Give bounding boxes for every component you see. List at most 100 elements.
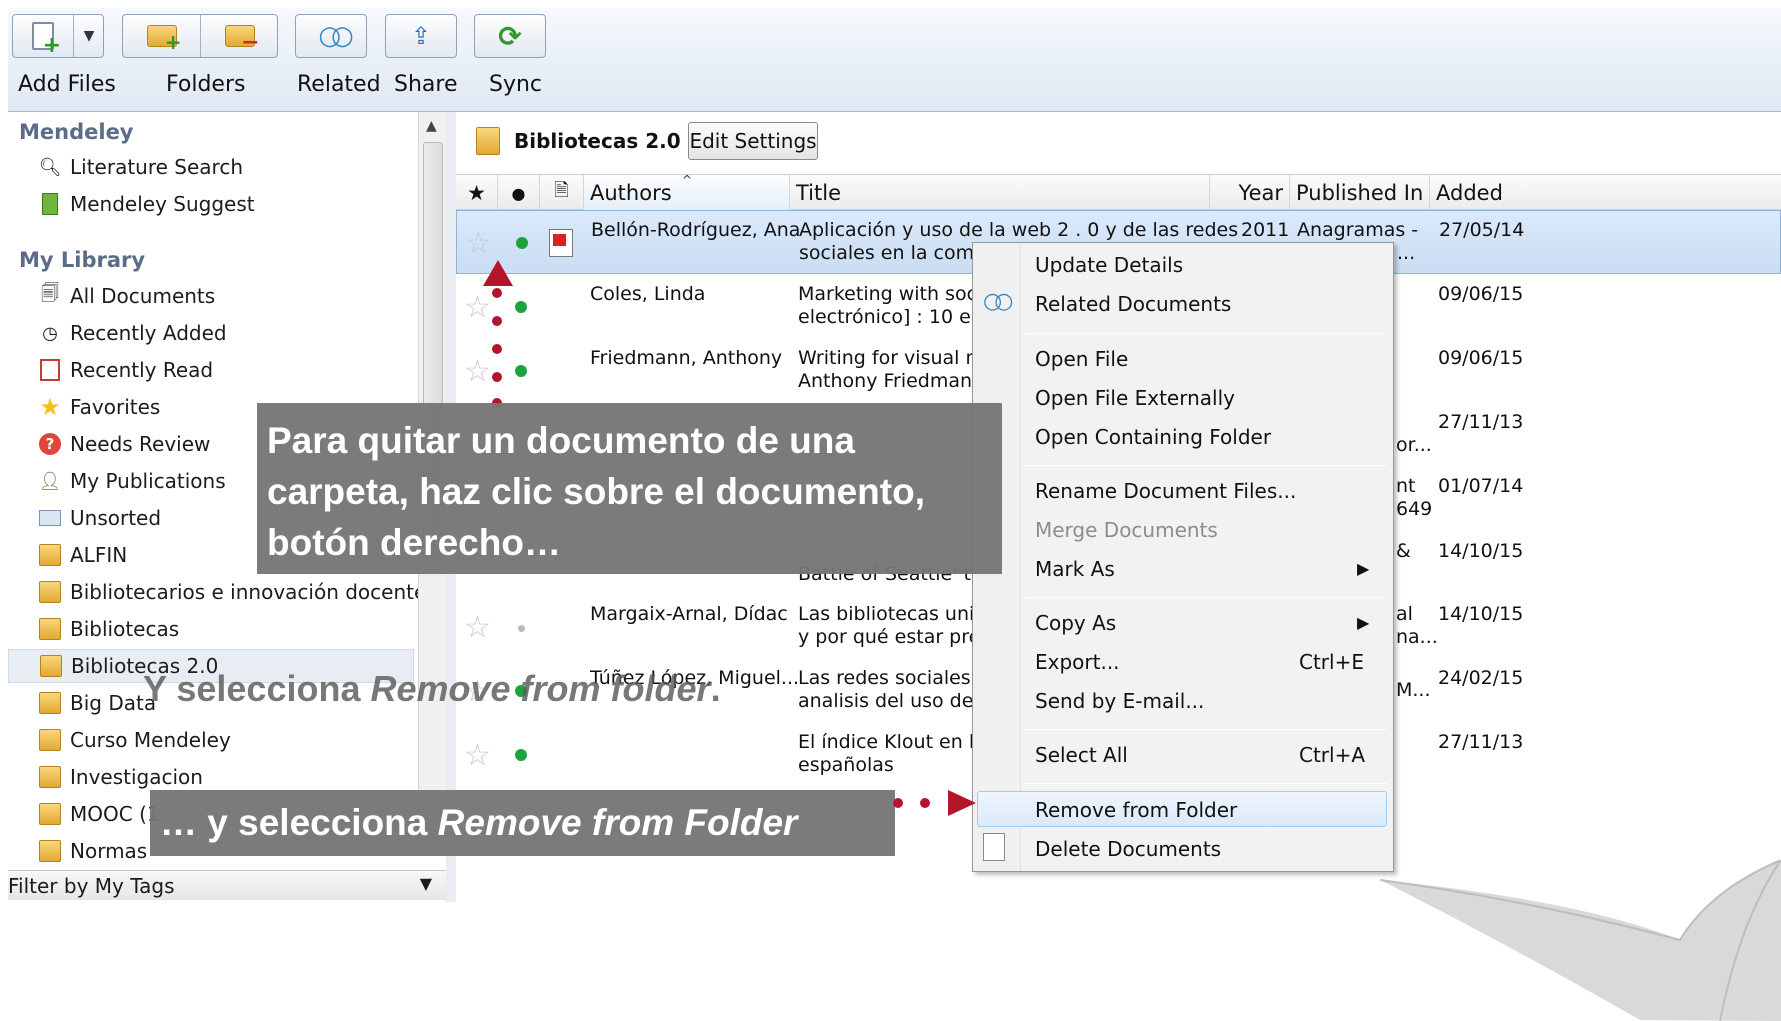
column-header-title[interactable]: Title	[790, 175, 1210, 211]
read-status-dot[interactable]	[516, 237, 528, 249]
column-header-published-in[interactable]: Published In	[1290, 175, 1430, 211]
chevron-down-icon: ▼	[83, 28, 95, 44]
filter-by-tags-dropdown[interactable]: Filter by My Tags ▼	[8, 870, 446, 900]
sidebar-folder-mooc[interactable]: MOOC (1	[38, 797, 160, 831]
sidebar-item-favorites[interactable]: ★ Favorites	[38, 390, 160, 424]
callout2-em: Remove from Folder	[437, 802, 798, 843]
sync-button[interactable]: ⟳	[474, 14, 546, 58]
menu-item-rename-document-files[interactable]: Rename Document Files...	[1035, 479, 1296, 503]
menu-item-related-documents[interactable]: Related Documents	[1035, 292, 1231, 316]
author-cell: Margaix-Arnal, Dídac	[590, 603, 788, 625]
sidebar-folder-normas[interactable]: Normas	[38, 834, 147, 868]
column-header-file[interactable]: 🗎	[540, 175, 584, 211]
menu-item-export[interactable]: Export...	[1035, 650, 1120, 674]
column-header-added[interactable]: Added	[1430, 175, 1781, 211]
menu-item-open-file[interactable]: Open File	[1035, 347, 1128, 371]
add-files-dropdown[interactable]: ▼	[74, 15, 104, 57]
filter-label: Filter by My Tags	[8, 873, 175, 898]
sidebar-folder-alfin[interactable]: ALFIN	[38, 538, 127, 572]
overlay-em: Remove from folder	[370, 668, 711, 709]
published-in-cell: M...	[1396, 679, 1431, 701]
favorite-star-icon[interactable]: ☆	[464, 613, 491, 643]
published-in-cell: al	[1396, 603, 1413, 625]
added-cell: 01/07/14	[1438, 475, 1524, 497]
menu-item-select-all[interactable]: Select All	[1035, 743, 1128, 767]
published-in-cell: &	[1396, 540, 1411, 562]
add-files-button[interactable]: ▼	[12, 14, 104, 58]
menu-item-mark-as[interactable]: Mark As	[1035, 557, 1115, 581]
sidebar-item-mendeley-suggest[interactable]: Mendeley Suggest	[38, 187, 255, 221]
related-rings-icon: ○○	[318, 21, 354, 51]
menu-item-remove-from-folder[interactable]: Remove from Folder	[1035, 798, 1237, 822]
title-cell-line2: analisis del uso de Fa	[798, 690, 1001, 712]
add-folder-button[interactable]	[123, 15, 200, 57]
folder-icon	[38, 839, 62, 863]
menu-item-update-details[interactable]: Update Details	[1035, 253, 1183, 277]
folder-icon	[38, 802, 62, 826]
remove-folder-button[interactable]	[201, 15, 278, 57]
sidebar-item-label: Bibliotecas	[70, 617, 180, 641]
sidebar-item-label: Curso Mendeley	[70, 728, 231, 752]
column-header-read[interactable]: ●	[498, 175, 540, 211]
favorite-star-icon[interactable]: ☆	[464, 357, 491, 387]
column-headers: ★ ● 🗎 ^ Authors Title Year Published In …	[456, 173, 1781, 211]
title-cell-line1: Las bibliotecas unive	[798, 603, 998, 625]
column-header-year[interactable]: Year	[1210, 175, 1290, 211]
annotation-dot	[920, 798, 930, 808]
star-icon: ★	[39, 393, 61, 421]
sidebar-item-needs-review[interactable]: ? Needs Review	[38, 427, 210, 461]
sidebar-folder-investigacion[interactable]: Investigacion	[38, 760, 203, 794]
share-button[interactable]: ⇪	[385, 14, 457, 58]
sidebar-item-label: ALFIN	[70, 543, 128, 567]
menu-item-send-by-email[interactable]: Send by E-mail...	[1035, 689, 1204, 713]
file-column-icon: 🗎	[554, 180, 569, 201]
my-library-section-header: My Library	[19, 248, 146, 272]
overlay-instruction-text: Y selecciona Remove from folder.	[143, 668, 721, 710]
related-button[interactable]: ○○	[295, 14, 367, 58]
favorite-star-icon[interactable]: ☆	[464, 293, 491, 323]
sidebar-item-label: Bibliotecarios e innovación docente	[70, 580, 418, 604]
callout2-prefix: … y selecciona	[160, 802, 438, 843]
read-status-dot[interactable]	[515, 365, 527, 377]
sidebar-folder-curso-mendeley[interactable]: Curso Mendeley	[38, 723, 231, 757]
unread-status-dot[interactable]	[518, 625, 525, 632]
sidebar-item-recently-added[interactable]: ◷ Recently Added	[38, 316, 226, 350]
sidebar-folder-bibliotecarios[interactable]: Bibliotecarios e innovación docente	[38, 575, 418, 609]
folder-icon	[476, 127, 500, 155]
sidebar-item-recently-read[interactable]: Recently Read	[38, 353, 213, 387]
instruction-callout-1: Para quitar un documento de una carpeta,…	[257, 403, 1002, 574]
tray-icon	[38, 506, 62, 530]
favorite-star-icon[interactable]: ☆	[464, 741, 491, 771]
published-in-cell: nt	[1396, 475, 1416, 497]
favorite-star-icon[interactable]: ☆	[465, 229, 492, 259]
read-status-dot[interactable]	[515, 301, 527, 313]
column-header-label: Title	[796, 181, 842, 205]
sidebar-item-all-documents[interactable]: 🗐 All Documents	[38, 279, 215, 313]
column-header-favorite[interactable]: ★	[456, 175, 498, 211]
annotation-arrow-up	[483, 260, 513, 286]
sidebar-item-literature-search[interactable]: 🔍︎ Literature Search	[38, 150, 243, 184]
column-header-authors[interactable]: ^ Authors	[584, 173, 790, 211]
menu-item-open-containing-folder[interactable]: Open Containing Folder	[1035, 425, 1271, 449]
sidebar-item-label: Normas	[70, 839, 148, 863]
instruction-callout-2: … y selecciona Remove from Folder	[150, 790, 895, 856]
pdf-icon[interactable]	[549, 229, 573, 257]
sidebar-item-my-publications[interactable]: 👤︎ My Publications	[38, 464, 226, 498]
edit-settings-button[interactable]: Edit Settings	[688, 122, 818, 160]
title-cell-line1: El índice Klout en las	[798, 731, 996, 753]
overlay-prefix: Y selecciona	[143, 668, 371, 709]
read-status-dot[interactable]	[515, 749, 527, 761]
annotation-dot	[492, 288, 502, 298]
sidebar-folder-bibliotecas[interactable]: Bibliotecas	[38, 612, 179, 646]
folder-title: Bibliotecas 2.0	[476, 126, 681, 156]
annotation-dot	[492, 372, 502, 382]
scroll-up-icon[interactable]: ▲	[426, 118, 437, 134]
title-cell-line1: Aplicación y uso de la web 2 . 0 y de la…	[799, 219, 1239, 241]
added-cell: 14/10/15	[1438, 603, 1524, 625]
sidebar-folder-big-data[interactable]: Big Data	[38, 686, 156, 720]
sidebar-item-unsorted[interactable]: Unsorted	[38, 501, 161, 535]
menu-item-delete-documents[interactable]: Delete Documents	[1035, 837, 1221, 861]
menu-item-copy-as[interactable]: Copy As	[1035, 611, 1116, 635]
menu-separator	[1025, 333, 1387, 334]
menu-item-open-file-externally[interactable]: Open File Externally	[1035, 386, 1235, 410]
